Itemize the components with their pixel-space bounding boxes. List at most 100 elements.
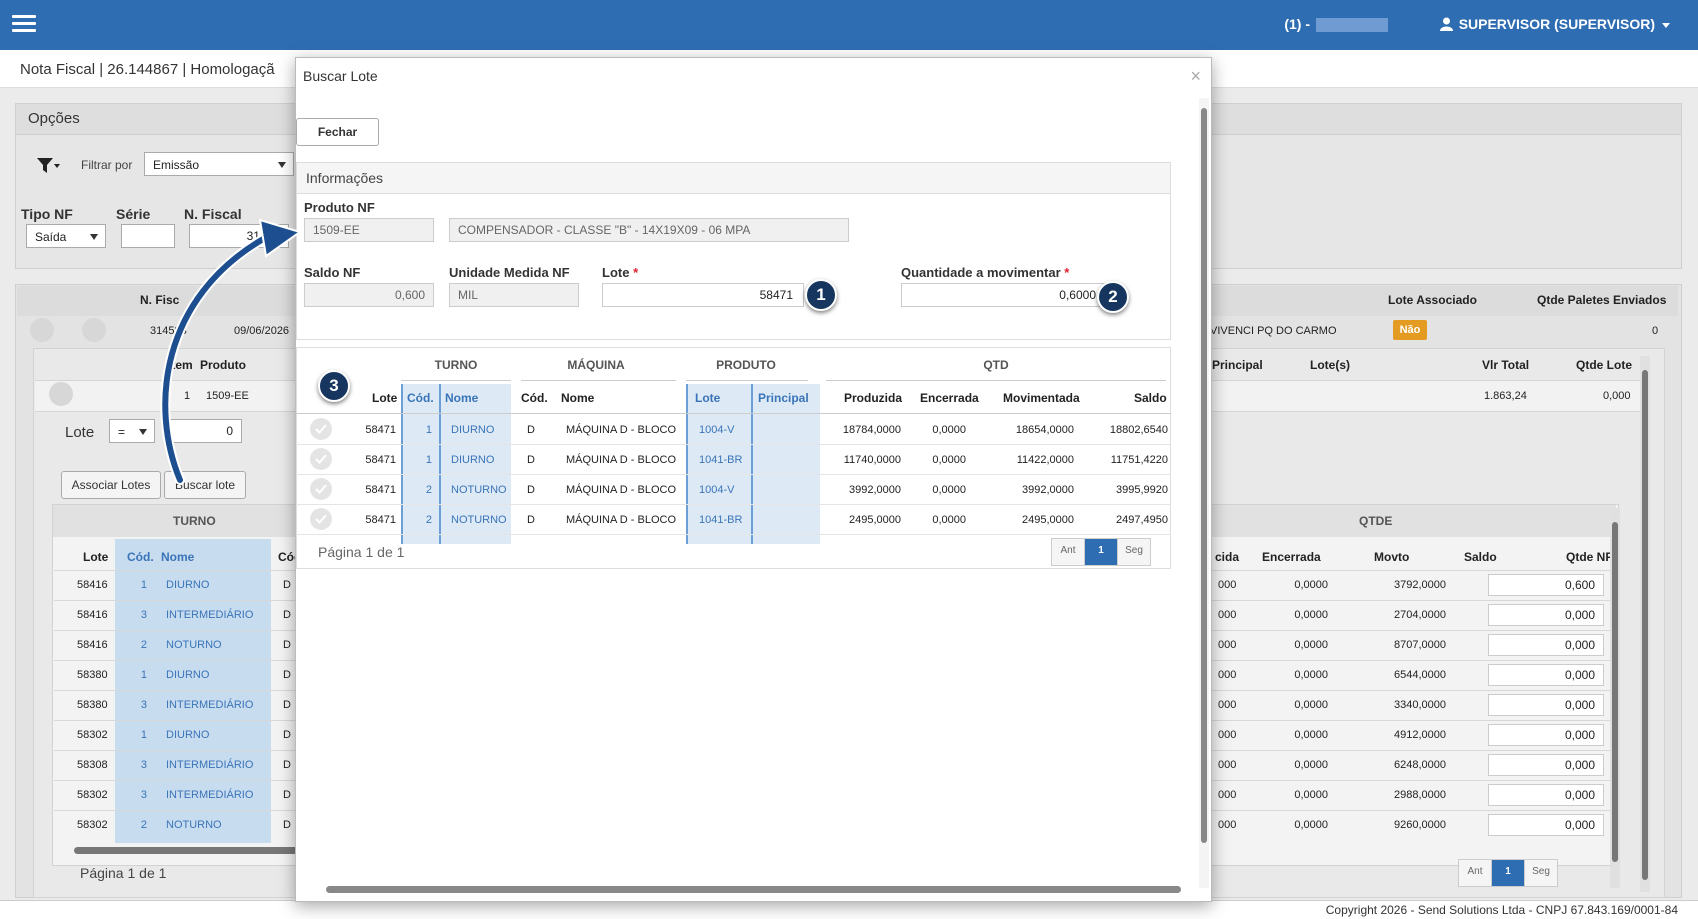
menu-icon[interactable] <box>12 15 36 34</box>
lot-cell-cod: 1 <box>140 669 147 681</box>
filter-select[interactable]: Emissão <box>144 152 294 176</box>
modal-cell-saldo: 18802,6540 <box>1109 424 1168 436</box>
modal-title: Buscar Lote <box>303 68 378 84</box>
table-row[interactable] <box>296 474 1171 475</box>
table-row[interactable] <box>296 444 1171 445</box>
modal-cell-encerrada: 0,0000 <box>932 454 966 466</box>
modal-col-turno-nome: Nome <box>445 391 479 405</box>
modal-hscroll[interactable] <box>306 886 1186 894</box>
qtde-nf-input[interactable]: 0,000 <box>1488 664 1604 686</box>
lot-cell-encerrada: 0,0000 <box>1294 819 1328 831</box>
modal-col-turno-cod: Cód. <box>407 391 434 405</box>
col-principal: Principal <box>1212 358 1263 372</box>
lot-col-produzida: cida <box>1215 550 1240 564</box>
lot-cell-encerrada: 0,0000 <box>1294 729 1328 741</box>
modal-cell-mcod: D <box>527 484 535 496</box>
lot-cell-p: 000 <box>1218 669 1237 681</box>
lot-cell-nome: INTERMEDIÁRIO <box>166 699 254 711</box>
lot-cell-encerrada: 0,0000 <box>1294 609 1328 621</box>
lote-operator-select[interactable]: = <box>109 419 155 443</box>
select-check-icon[interactable] <box>310 508 332 530</box>
lot-cell-cod: 3 <box>140 789 147 801</box>
qtde-nf-input[interactable]: 0,600 <box>1488 574 1604 596</box>
fechar-button[interactable]: Fechar <box>296 118 379 146</box>
associar-lotes-button[interactable]: Associar Lotes <box>61 471 161 499</box>
table-row[interactable] <box>296 534 1171 535</box>
item-action-icon[interactable] <box>49 382 73 406</box>
lote-input[interactable]: 58471 <box>602 283 804 307</box>
modal-col-principal: Principal <box>758 391 809 405</box>
user-menu[interactable]: SUPERVISOR (SUPERVISOR) <box>1439 16 1670 32</box>
modal-col-prod-lote: Lote <box>695 391 721 405</box>
modal-page-1-button[interactable]: 1 <box>1085 539 1118 565</box>
tipo-nf-select[interactable]: Saída <box>26 224 106 248</box>
close-icon[interactable]: × <box>1190 66 1201 87</box>
annotation-arrow-icon <box>160 218 303 485</box>
modal-prev-page-button[interactable]: Ant <box>1052 539 1085 565</box>
modal-vscroll[interactable] <box>1199 98 1209 888</box>
item-grid-scrollbar[interactable] <box>1640 356 1650 892</box>
qtde-nf-input[interactable]: 0,000 <box>1488 634 1604 656</box>
lot-col-qtde-nf: Qtde NF <box>1566 550 1613 564</box>
lot-cell-encerrada: 0,0000 <box>1294 759 1328 771</box>
lote-label: Lote * <box>602 265 638 280</box>
lot-cell-nome: INTERMEDIÁRIO <box>166 609 254 621</box>
modal-cell-encerrada: 0,0000 <box>932 484 966 496</box>
modal-col-lote: Lote <box>372 391 398 405</box>
lot-cell-nome: DIURNO <box>166 579 210 591</box>
modal-page-info: Página 1 de 1 <box>318 544 405 560</box>
quantidade-input[interactable]: 0,6000 <box>901 283 1109 307</box>
lot-cell-p: 000 <box>1218 759 1237 771</box>
page-1-button[interactable]: 1 <box>1492 860 1525 886</box>
qtde-nf-input[interactable]: 0,000 <box>1488 724 1604 746</box>
lot-cell-nome: DIURNO <box>166 729 210 741</box>
modal-cell-plote: 1004-V <box>699 424 735 436</box>
lot-cell-m: D <box>283 729 291 741</box>
lot-col-movto: Movto <box>1374 550 1410 564</box>
next-page-button[interactable]: Seg <box>1525 860 1557 886</box>
qtde-nf-input[interactable]: 0,000 <box>1488 784 1604 806</box>
nf-client: VIVENCI PQ DO CARMO <box>1210 325 1337 337</box>
lot-cell-m: D <box>283 639 291 651</box>
qtde-nf-input[interactable]: 0,000 <box>1488 604 1604 626</box>
modal-cell-tnome: DIURNO <box>451 424 495 436</box>
qtde-nf-input[interactable]: 0,000 <box>1488 694 1604 716</box>
step-badge-1: 1 <box>805 279 837 311</box>
table-row[interactable] <box>296 504 1171 505</box>
lot-cell-lote: 58302 <box>77 819 108 831</box>
copyright: Copyright 2026 - Send Solutions Ltda - C… <box>1325 903 1678 917</box>
nf-row-action-icon[interactable] <box>30 318 54 342</box>
modal-cell-lote: 58471 <box>365 424 396 436</box>
required-mark: * <box>1064 265 1070 280</box>
lot-grid-vscroll[interactable] <box>1610 508 1620 888</box>
lot-col-saldo: Saldo <box>1464 550 1497 564</box>
lot-cell-nome: NOTURNO <box>166 639 222 651</box>
lot-cell-p: 000 <box>1218 639 1237 651</box>
lot-cell-encerrada: 0,0000 <box>1294 789 1328 801</box>
lot-cell-lote: 58380 <box>77 669 108 681</box>
user-name: SUPERVISOR (SUPERVISOR) <box>1458 16 1655 32</box>
qtde-nf-input[interactable]: 0,000 <box>1488 754 1604 776</box>
lot-page-info: Página 1 de 1 <box>80 865 167 881</box>
company-selector[interactable]: (1) - <box>1284 16 1388 33</box>
lot-cell-p: 000 <box>1218 579 1237 591</box>
lot-cell-p: 000 <box>1218 699 1237 711</box>
lot-cell-movto: 9260,0000 <box>1394 819 1446 831</box>
company-label: (1) - <box>1284 16 1310 32</box>
modal-cell-movimentada: 11422,0000 <box>1016 454 1074 466</box>
lot-cell-p: 000 <box>1218 729 1237 741</box>
modal-group-maquina: MÁQUINA <box>567 358 625 372</box>
qtde-nf-input[interactable]: 0,000 <box>1488 814 1604 836</box>
list-icon[interactable] <box>82 318 106 342</box>
prev-page-button[interactable]: Ant <box>1459 860 1492 886</box>
lot-cell-cod: 3 <box>140 699 147 711</box>
lot-cell-cod: 3 <box>140 609 147 621</box>
modal-cell-produzida: 18784,0000 <box>842 424 901 436</box>
lot-cell-movto: 3792,0000 <box>1394 579 1446 591</box>
lote-label-text: Lote <box>602 265 630 280</box>
modal-next-page-button[interactable]: Seg <box>1118 539 1150 565</box>
unidade-field: MIL <box>449 283 579 307</box>
col-qtde-lote: Qtde Lote <box>1576 358 1632 372</box>
filter-icon[interactable] <box>36 157 60 175</box>
step-badge-3: 3 <box>318 370 350 402</box>
